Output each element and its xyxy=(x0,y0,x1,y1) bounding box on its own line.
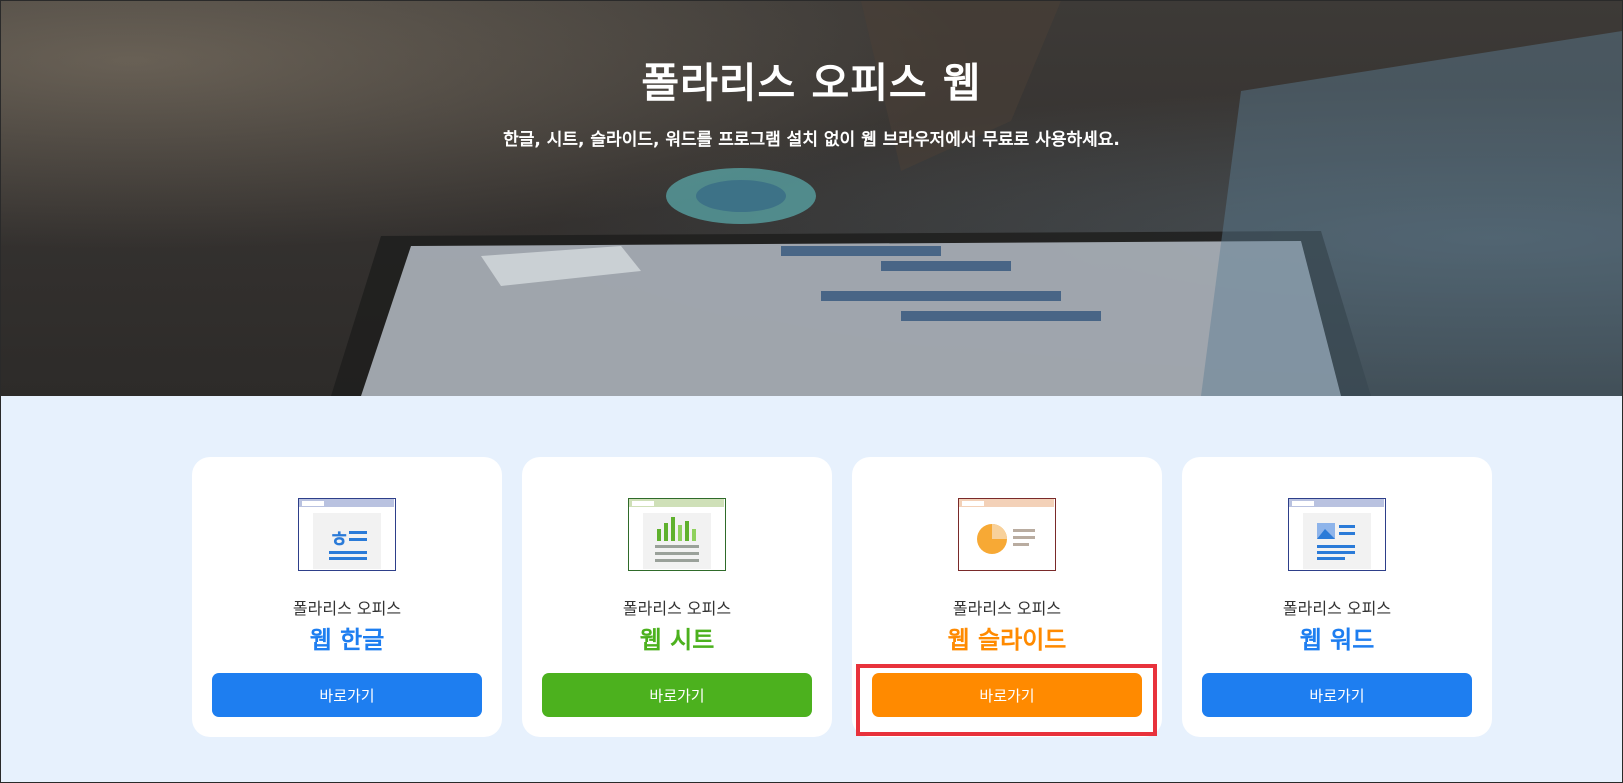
card-web-word: 폴라리스 오피스 웹 워드 바로가기 xyxy=(1182,457,1492,737)
go-web-hangul-button[interactable]: 바로가기 xyxy=(212,673,482,717)
sheet-chart-icon xyxy=(628,498,726,571)
card-caption: 폴라리스 오피스 xyxy=(1282,599,1392,618)
product-cards: ㅎ 폴라리스 오피스 웹 한글 바로가기 폴라리스 오피스 웹 시트 바로가기 … xyxy=(192,457,1493,737)
card-web-slide: 폴라리스 오피스 웹 슬라이드 바로가기 xyxy=(852,457,1162,737)
card-title: 웹 한글 xyxy=(309,626,385,654)
card-caption: 폴라리스 오피스 xyxy=(952,599,1062,618)
hero-banner: 폴라리스 오피스 웹 한글, 시트, 슬라이드, 워드를 프로그램 설치 없이 … xyxy=(1,1,1622,396)
card-web-sheet: 폴라리스 오피스 웹 시트 바로가기 xyxy=(522,457,832,737)
card-title: 웹 워드 xyxy=(1299,626,1375,654)
go-web-word-button[interactable]: 바로가기 xyxy=(1202,673,1472,717)
card-web-hangul: ㅎ 폴라리스 오피스 웹 한글 바로가기 xyxy=(192,457,502,737)
word-doc-icon xyxy=(1288,498,1386,571)
card-title: 웹 시트 xyxy=(639,626,715,654)
card-caption: 폴라리스 오피스 xyxy=(622,599,732,618)
svg-text:ㅎ: ㅎ xyxy=(329,528,349,553)
card-title: 웹 슬라이드 xyxy=(947,626,1067,654)
slide-pie-icon xyxy=(958,498,1056,571)
page-title: 폴라리스 오피스 웹 xyxy=(641,59,982,107)
page-subtitle: 한글, 시트, 슬라이드, 워드를 프로그램 설치 없이 웹 브라우저에서 무료… xyxy=(503,130,1120,150)
hangul-doc-icon: ㅎ xyxy=(298,498,396,571)
go-web-sheet-button[interactable]: 바로가기 xyxy=(542,673,812,717)
card-caption: 폴라리스 오피스 xyxy=(292,599,402,618)
go-web-slide-button[interactable]: 바로가기 xyxy=(872,673,1142,717)
